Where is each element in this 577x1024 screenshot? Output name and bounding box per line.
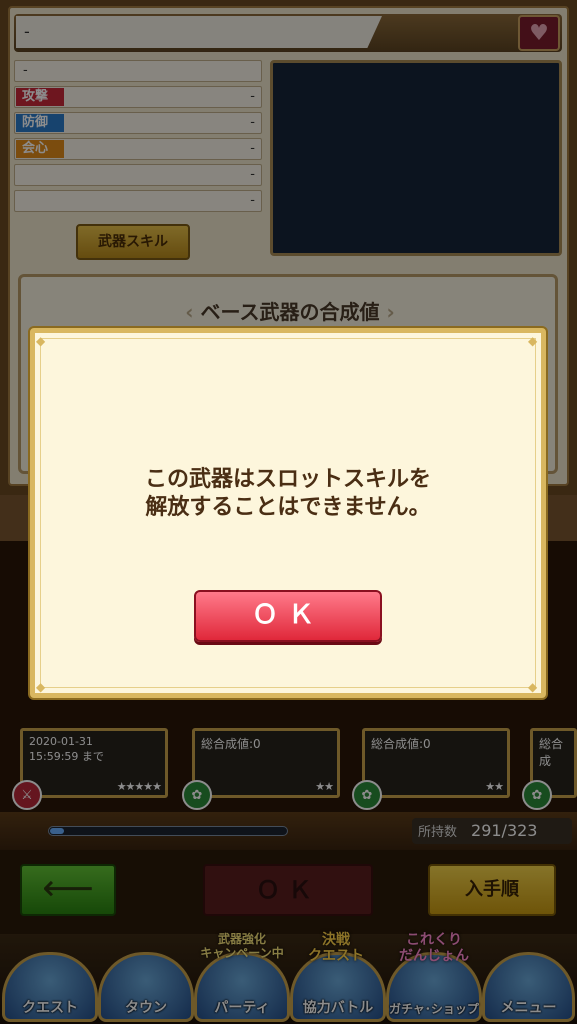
dialog-message-line1: この武器はスロットスキルを <box>144 467 431 492</box>
dialog-message-line2: 解放することはできません。 <box>145 495 431 520</box>
ornament-icon: ◆ <box>36 680 46 694</box>
dialog-message: この武器はスロットスキルを 解放することはできません。 <box>40 466 536 522</box>
ornament-icon: ◆ <box>36 334 46 348</box>
dialog-ok-button[interactable]: ＯＫ <box>194 590 382 642</box>
ornament-icon: ◆ <box>528 680 538 694</box>
ornament-icon: ◆ <box>528 334 538 348</box>
